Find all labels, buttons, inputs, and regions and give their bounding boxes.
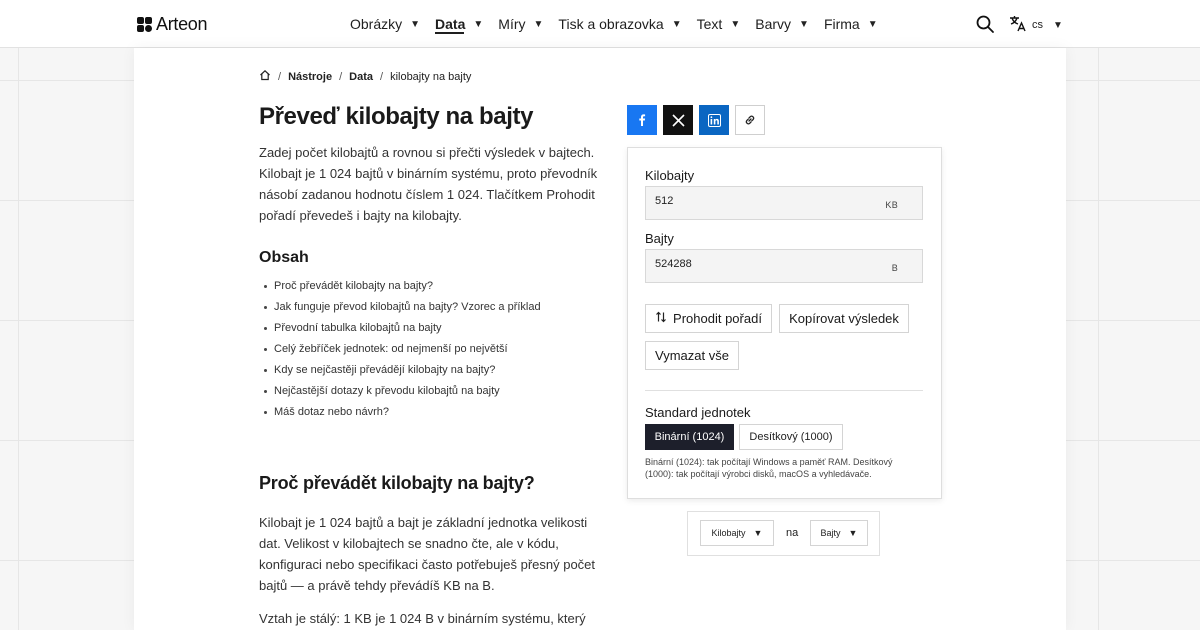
- from-unit-select[interactable]: Kilobajty ▼: [700, 520, 774, 546]
- intro-paragraph: Zadej počet kilobajtů a rovnou si přečti…: [259, 145, 598, 223]
- nav-item-data[interactable]: Data ▼: [435, 0, 483, 48]
- nav-item-text[interactable]: Text ▼: [697, 0, 741, 48]
- chevron-down-icon: ▼: [799, 18, 809, 30]
- chevron-down-icon: ▼: [533, 18, 544, 30]
- nav-item-miry[interactable]: Míry ▼: [498, 0, 543, 48]
- linkedin-icon[interactable]: [699, 105, 729, 135]
- kilobytes-unit: KB: [885, 200, 898, 210]
- clear-all-button[interactable]: Vymazat vše: [645, 341, 739, 370]
- toc-link[interactable]: Převodní tabulka kilobajtů na bajty: [264, 318, 604, 339]
- nav-label: Barvy: [755, 16, 792, 32]
- breadcrumb-current: kilobajty na bajty: [390, 70, 472, 83]
- logo-mark-icon: [137, 17, 152, 32]
- chevron-down-icon: ▼: [848, 528, 858, 538]
- chevron-down-icon: ▼: [753, 528, 763, 538]
- link-icon[interactable]: [735, 105, 765, 135]
- chevron-down-icon: ▼: [671, 18, 682, 30]
- bytes-field-box: B: [645, 249, 923, 283]
- chevron-down-icon: ▼: [867, 18, 878, 30]
- language-code: cs: [1032, 19, 1043, 31]
- translate-icon: [1009, 15, 1026, 35]
- copy-result-button[interactable]: Kopírovat výsledek: [779, 304, 909, 333]
- toc-title: Obsah: [259, 249, 309, 266]
- home-icon[interactable]: [259, 69, 271, 84]
- breadcrumb-separator: /: [380, 70, 384, 83]
- breadcrumb: / Nástroje / Data / kilobajty na bajty: [259, 69, 471, 84]
- page-title: Převeď kilobajty na bajty: [259, 103, 534, 130]
- nav-label: Obrázky: [350, 16, 403, 32]
- section-heading: Proč převádět kilobajty na bajty?: [259, 473, 535, 493]
- x-icon[interactable]: [663, 105, 693, 135]
- nav-item-obrazky[interactable]: Obrázky ▼: [350, 0, 420, 48]
- nav-label: Míry: [498, 16, 526, 32]
- bytes-label: Bajty: [645, 231, 674, 246]
- to-unit-select[interactable]: Bajty ▼: [810, 520, 868, 546]
- unit-pair-connector: na: [786, 527, 799, 539]
- top-navigation: Arteon Obrázky ▼ Data ▼ Míry ▼ Tisk a obraz…: [0, 0, 1200, 48]
- nav-item-barvy[interactable]: Barvy ▼: [755, 0, 809, 48]
- nav-item-firma[interactable]: Firma ▼: [824, 0, 878, 48]
- facebook-icon[interactable]: [627, 105, 657, 135]
- swap-label: Prohodit pořadí: [673, 311, 762, 326]
- standard-note: Binární (1024): tak počítají Windows a p…: [645, 457, 893, 479]
- brand-name: Arteon: [156, 14, 208, 34]
- nav-label: Data: [435, 16, 466, 32]
- kilobytes-input[interactable]: [655, 195, 855, 207]
- to-unit-value: Bajty: [820, 528, 841, 538]
- kilobytes-label: Kilobajty: [645, 168, 695, 183]
- language-switcher[interactable]: cs ▼: [1009, 15, 1063, 35]
- toc-link[interactable]: Jak funguje převod kilobajtů na bajty? V…: [264, 297, 604, 318]
- nav-label: Text: [696, 16, 723, 32]
- nav-label: Firma: [823, 16, 860, 32]
- kilobytes-field-box: KB: [645, 186, 923, 220]
- table-of-contents: Proč převádět kilobajty na bajty? Jak fu…: [264, 276, 604, 423]
- decimal-standard-option[interactable]: Desítkový (1000): [739, 424, 843, 450]
- toc-link[interactable]: Máš dotaz nebo návrh?: [264, 402, 604, 423]
- brand-logo[interactable]: Arteon: [137, 14, 208, 35]
- breadcrumb-item-data[interactable]: Data: [349, 71, 373, 83]
- toc-link[interactable]: Celý žebříček jednotek: od nejmenší po n…: [264, 339, 604, 360]
- bytes-unit: B: [891, 263, 898, 273]
- swap-icon: [655, 311, 667, 326]
- unit-standard-label: Standard jednotek: [645, 405, 751, 420]
- section-paragraph: Vztah je stálý: 1 KB je 1 024 B v binárn…: [259, 611, 586, 626]
- breadcrumb-separator: /: [339, 70, 343, 83]
- chevron-down-icon: ▼: [1053, 19, 1063, 31]
- bytes-input[interactable]: [655, 258, 855, 270]
- section-paragraph: Kilobajt je 1 024 bajtů a bajt je základ…: [259, 515, 596, 593]
- binary-standard-option[interactable]: Binární (1024): [645, 424, 734, 450]
- toc-link[interactable]: Nejčastější dotazy k převodu kilobajtů n…: [264, 381, 604, 402]
- toc-link[interactable]: Kdy se nejčastěji převádějí kilobajty na…: [264, 360, 604, 381]
- from-unit-value: Kilobajty: [711, 528, 746, 538]
- nav-item-tisk[interactable]: Tisk a obrazovka ▼: [558, 0, 681, 48]
- chevron-down-icon: ▼: [473, 18, 484, 30]
- search-icon[interactable]: [975, 14, 995, 34]
- breadcrumb-item-nastroje[interactable]: Nástroje: [288, 71, 332, 83]
- toc-link[interactable]: Proč převádět kilobajty na bajty?: [264, 276, 604, 297]
- chevron-down-icon: ▼: [410, 18, 421, 30]
- breadcrumb-separator: /: [278, 70, 282, 83]
- chevron-down-icon: ▼: [730, 18, 741, 30]
- swap-button[interactable]: Prohodit pořadí: [645, 304, 772, 333]
- divider: [645, 390, 923, 391]
- nav-label: Tisk a obrazovka: [558, 16, 664, 32]
- main-nav: Obrázky ▼ Data ▼ Míry ▼ Tisk a obrazovka ▼ T…: [350, 0, 893, 48]
